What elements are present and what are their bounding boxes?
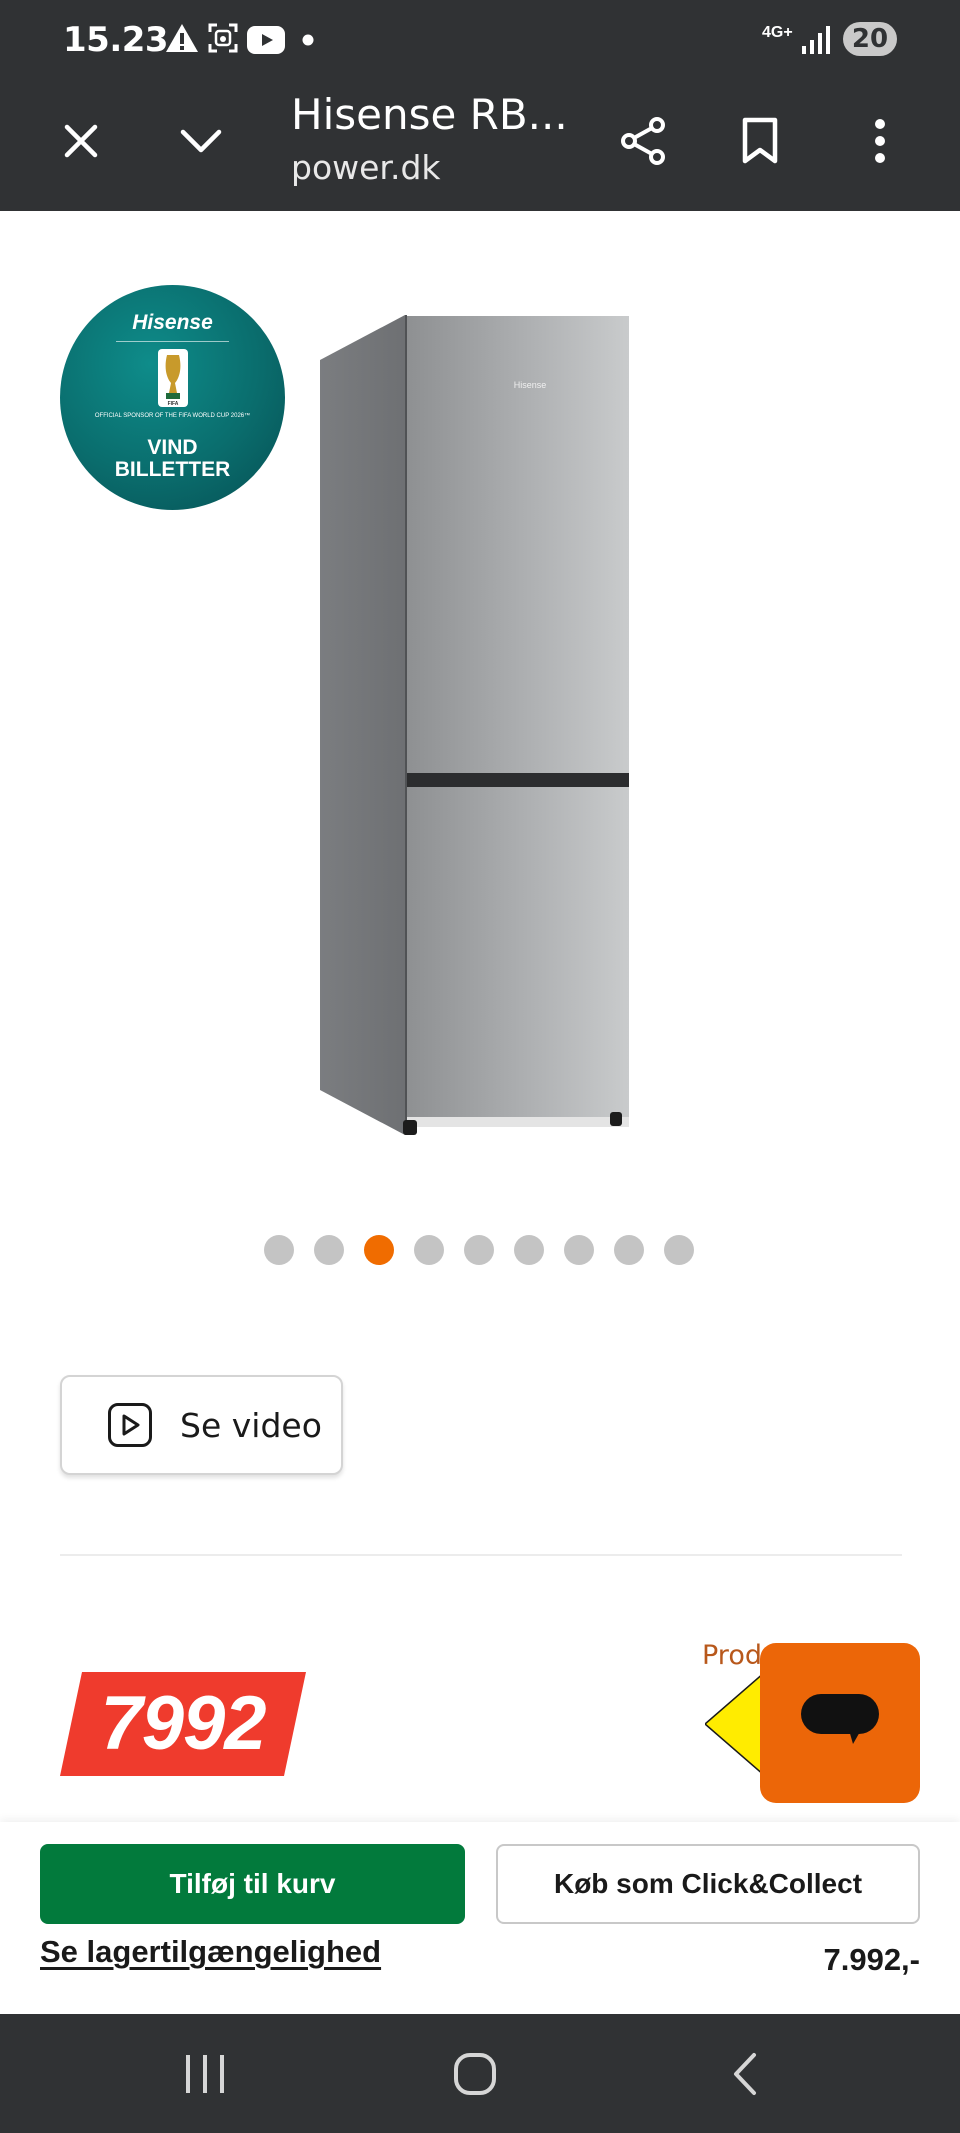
close-button[interactable] xyxy=(50,110,112,172)
bookmark-button[interactable] xyxy=(727,108,793,174)
price-tag: 7992 xyxy=(60,1672,306,1776)
carousel-dot[interactable] xyxy=(414,1235,444,1265)
video-label: Se video xyxy=(180,1405,322,1445)
purchase-bar: Tilføj til kurv Køb som Click&Collect Se… xyxy=(0,1822,960,2014)
more-vert-icon xyxy=(875,119,885,163)
close-icon xyxy=(64,124,98,158)
energy-label-icon[interactable] xyxy=(705,1672,765,1776)
badge-cta: VIND BILLETTER xyxy=(60,437,285,481)
browser-toolbar: Hisense RB... power.dk xyxy=(0,80,960,211)
promo-badge[interactable]: Hisense FIFA OFFICIAL SPONSOR OF THE FIF… xyxy=(60,285,285,510)
video-button[interactable]: Se video xyxy=(60,1375,343,1475)
battery-indicator: 20 xyxy=(843,22,897,56)
carousel-dot[interactable] xyxy=(514,1235,544,1265)
carousel-dot[interactable] xyxy=(264,1235,294,1265)
badge-cta-line1: VIND xyxy=(147,436,198,459)
carousel-dot[interactable] xyxy=(464,1235,494,1265)
back-icon xyxy=(734,2052,756,2095)
share-button[interactable] xyxy=(610,108,676,174)
chat-bubble-icon xyxy=(801,1694,879,1744)
minimize-button[interactable] xyxy=(170,110,232,172)
carousel-dot[interactable] xyxy=(364,1235,394,1265)
image-carousel-dots xyxy=(264,1235,694,1265)
recent-apps-icon xyxy=(186,2054,224,2093)
warning-icon xyxy=(166,24,198,52)
screenshot-icon xyxy=(208,23,238,53)
home-button[interactable] xyxy=(415,2014,535,2133)
play-icon xyxy=(108,1403,152,1447)
svg-text:FIFA: FIFA xyxy=(168,401,179,407)
badge-brand: Hisense xyxy=(132,311,213,334)
badge-sponsor-text: OFFICIAL SPONSOR OF THE FIFA WORLD CUP 2… xyxy=(94,413,251,419)
price-value: 7992 xyxy=(100,1681,266,1766)
chevron-down-icon xyxy=(180,129,222,153)
network-label: 4G+ xyxy=(762,24,793,41)
add-to-cart-button[interactable]: Tilføj til kurv xyxy=(40,1844,465,1924)
carousel-dot[interactable] xyxy=(314,1235,344,1265)
chat-button[interactable] xyxy=(760,1643,920,1803)
home-icon xyxy=(454,2052,496,2095)
bottom-price: 7.992,- xyxy=(823,1942,920,1977)
trophy-icon: FIFA xyxy=(158,349,188,407)
signal-icon xyxy=(802,26,830,54)
stock-availability-link[interactable]: Se lagertilgængelighed xyxy=(40,1934,381,1970)
bookmark-icon xyxy=(742,117,778,164)
carousel-dot[interactable] xyxy=(564,1235,594,1265)
youtube-icon xyxy=(247,26,285,54)
dot-icon xyxy=(302,34,314,46)
status-time: 15.23 xyxy=(63,20,169,60)
recent-apps-button[interactable] xyxy=(145,2014,265,2133)
status-bar: 15.23 4G+ 20 xyxy=(0,0,960,80)
page-url[interactable]: power.dk xyxy=(291,148,441,187)
fridge-brand: Hisense xyxy=(514,380,547,390)
section-divider xyxy=(60,1554,902,1556)
badge-divider xyxy=(116,341,229,342)
click-collect-button[interactable]: Køb som Click&Collect xyxy=(496,1844,920,1924)
page-title[interactable]: Hisense RB... xyxy=(291,90,568,139)
product-image[interactable]: Hisense xyxy=(290,300,670,1150)
more-button[interactable] xyxy=(855,108,905,174)
carousel-dot[interactable] xyxy=(664,1235,694,1265)
back-button[interactable] xyxy=(685,2014,805,2133)
share-icon xyxy=(621,117,665,165)
system-nav-bar xyxy=(0,2014,960,2133)
carousel-dot[interactable] xyxy=(614,1235,644,1265)
badge-cta-line2: BILLETTER xyxy=(114,458,231,481)
